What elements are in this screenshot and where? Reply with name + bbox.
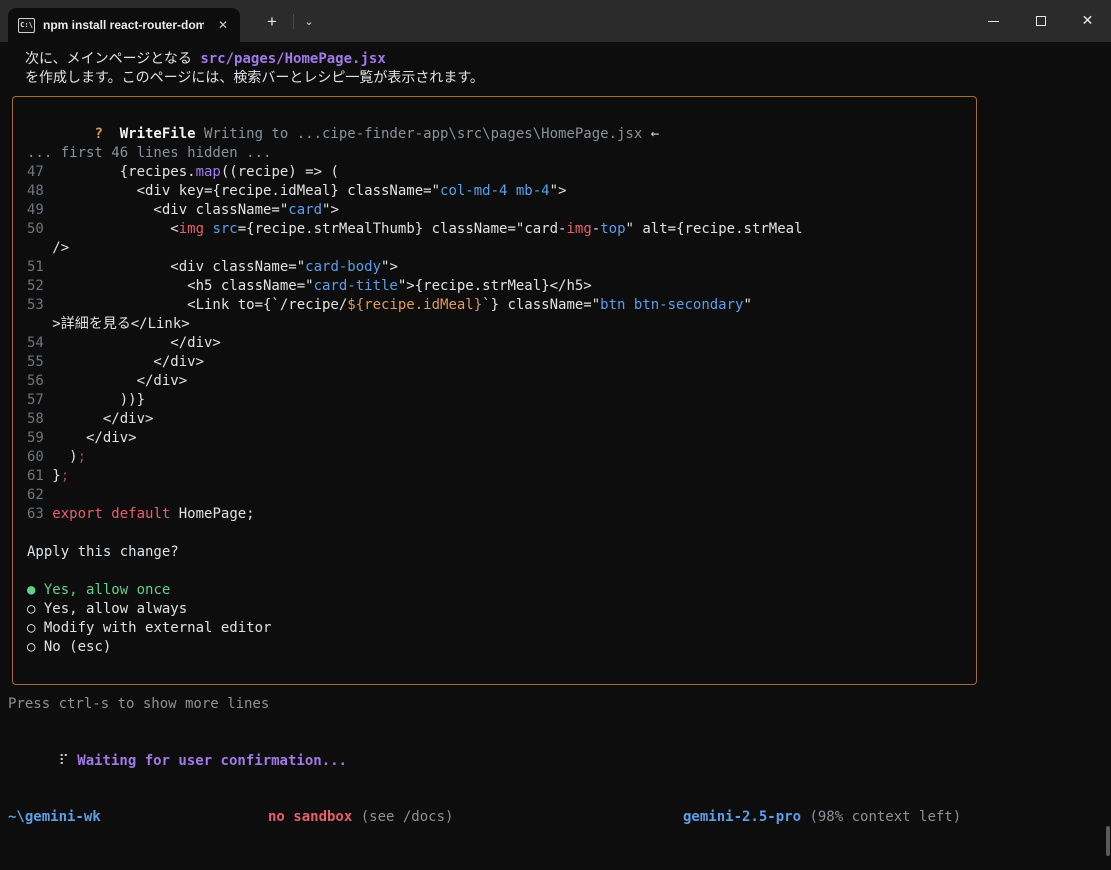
close-button[interactable]: ✕	[1064, 0, 1111, 42]
more-lines-hint: Press ctrl-s to show more lines	[8, 695, 1111, 714]
hidden-lines-note: ... first 46 lines hidden ...	[27, 144, 968, 163]
code-line: 54 </div>	[27, 334, 968, 353]
new-tab-button[interactable]: +	[256, 9, 288, 34]
code-line: 52 <h5 className="card-title">{recipe.st…	[27, 277, 968, 296]
minimize-icon	[988, 21, 999, 22]
confirmation-question: Apply this change?	[27, 543, 968, 562]
close-icon: ✕	[1082, 13, 1094, 29]
status-message: Waiting for user confirmation...	[77, 753, 347, 769]
line-number: 53	[27, 296, 52, 315]
code-line: />	[27, 239, 968, 258]
line-number: 54	[27, 334, 52, 353]
terminal-screen[interactable]: 次に、メインページとなる src/pages/HomePage.jsx を作成し…	[0, 42, 1111, 752]
window-controls: ✕	[970, 0, 1111, 42]
sandbox-status: no sandbox (see /docs)	[268, 808, 453, 827]
code-line: 59 </div>	[27, 429, 968, 448]
sandbox-note: (see /docs)	[361, 809, 454, 825]
radio-option-label: Yes, allow always	[35, 601, 187, 617]
line-number: 49	[27, 201, 52, 220]
radio-option-label: Yes, allow once	[35, 582, 170, 598]
intro-text-2: を作成します。このページには、検索バーとレシピ一覧が表示されます。	[25, 69, 1111, 88]
terminal-window: C:\ npm install react-router-dom a ✕ + ⌄…	[0, 0, 1111, 870]
spinner-icon: ⠏	[59, 753, 69, 769]
line-number: 59	[27, 429, 52, 448]
tool-confirmation-box: ? WriteFile Writing to ...cipe-finder-app\…	[12, 96, 977, 685]
line-number: 48	[27, 182, 52, 201]
radio-option[interactable]: ● Yes, allow once	[27, 581, 968, 600]
line-number: 52	[27, 277, 52, 296]
status-line: ⠏Waiting for user confirmation...	[8, 733, 1111, 752]
sandbox-label: no sandbox	[268, 809, 352, 825]
code-line: 62	[27, 486, 968, 505]
radio-option[interactable]: ○ Yes, allow always	[27, 600, 968, 619]
line-number: 56	[27, 372, 52, 391]
code-line: 60 );	[27, 448, 968, 467]
code-line: 55 </div>	[27, 353, 968, 372]
line-number: 51	[27, 258, 52, 277]
title-bar: C:\ npm install react-router-dom a ✕ + ⌄…	[0, 0, 1111, 42]
terminal-tab[interactable]: C:\ npm install react-router-dom a ✕	[8, 8, 240, 42]
tab-close-icon[interactable]: ✕	[212, 16, 234, 34]
arrow-left-icon: ←	[651, 126, 659, 142]
tab-separator	[293, 14, 294, 29]
question-mark-icon: ?	[94, 126, 102, 142]
line-number: 55	[27, 353, 52, 372]
radio-option-label: Modify with external editor	[35, 620, 271, 636]
code-line: 50 <img src={recipe.strMealThumb} classN…	[27, 220, 968, 239]
minimize-button[interactable]	[970, 0, 1017, 42]
cwd-label: ~\gemini-wk	[8, 808, 101, 827]
radio-option-list: ● Yes, allow once○ Yes, allow always○ Mo…	[27, 581, 968, 657]
maximize-button[interactable]	[1017, 0, 1064, 42]
chevron-down-icon: ⌄	[304, 15, 313, 28]
line-number: 58	[27, 410, 52, 429]
code-line: 48 <div key={recipe.idMeal} className="c…	[27, 182, 968, 201]
intro-text: 次に、メインページとなる	[25, 51, 200, 67]
tool-header: ?WriteFileWriting to ...cipe-finder-app\…	[27, 106, 968, 125]
tool-name: WriteFile	[120, 126, 196, 142]
blank-line	[27, 524, 968, 543]
code-line: 51 <div className="card-body">	[27, 258, 968, 277]
line-number: 50	[27, 220, 52, 239]
maximize-icon	[1036, 16, 1046, 26]
radio-option[interactable]: ○ Modify with external editor	[27, 619, 968, 638]
model-label: gemini-2.5-pro	[683, 809, 801, 825]
model-status: gemini-2.5-pro (98% context left)	[683, 808, 961, 827]
code-line: >詳細を見る</Link>	[27, 315, 968, 334]
code-line: 57 ))}	[27, 391, 968, 410]
code-line: 53 <Link to={`/recipe/${recipe.idMeal}`}…	[27, 296, 968, 315]
code-line: 63export default HomePage;	[27, 505, 968, 524]
tab-dropdown-button[interactable]: ⌄	[296, 9, 322, 34]
footer-status-bar: ~\gemini-wk no sandbox (see /docs) gemini…	[0, 808, 1111, 827]
radio-option-label: No (esc)	[35, 639, 111, 655]
line-number: 62	[27, 486, 52, 505]
radio-option[interactable]: ○ No (esc)	[27, 638, 968, 657]
line-number: 47	[27, 163, 52, 182]
blank-line	[27, 562, 968, 581]
line-number: 57	[27, 391, 52, 410]
context-left-label: (98% context left)	[809, 809, 961, 825]
line-number: 63	[27, 505, 52, 524]
inline-code-path: src/pages/HomePage.jsx	[200, 51, 385, 67]
code-line: 47 {recipes.map((recipe) => (	[27, 163, 968, 182]
code-line: 58 </div>	[27, 410, 968, 429]
code-line: 56 </div>	[27, 372, 968, 391]
line-number: 61	[27, 467, 52, 486]
assistant-message: 次に、メインページとなる src/pages/HomePage.jsx を作成し…	[25, 50, 1111, 88]
tab-title: npm install react-router-dom a	[43, 18, 204, 32]
code-line: 49 <div className="card">	[27, 201, 968, 220]
plus-icon: +	[267, 12, 277, 32]
line-number: 60	[27, 448, 52, 467]
code-line: 61};	[27, 467, 968, 486]
tool-description: Writing to ...cipe-finder-app\src\pages\…	[204, 126, 642, 142]
code-block: 47 {recipes.map((recipe) => (48 <div key…	[27, 163, 968, 524]
cmd-icon: C:\	[18, 18, 35, 33]
scrollbar-thumb[interactable]	[1106, 826, 1110, 856]
